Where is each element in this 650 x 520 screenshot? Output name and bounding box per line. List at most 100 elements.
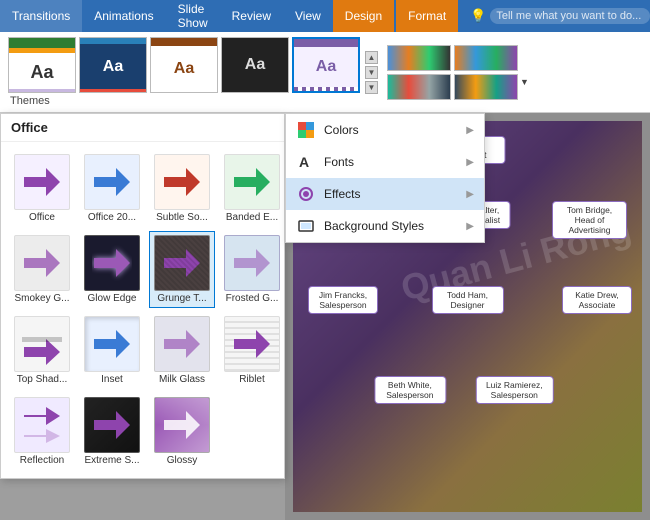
theme-label-smokey: Smokey G... [13, 293, 71, 304]
variant-2[interactable] [454, 45, 518, 71]
org-node-associate: Katie Drew, Associate [562, 286, 632, 314]
theme-label-office: Office [13, 212, 71, 223]
tab-view[interactable]: View [283, 0, 333, 32]
menu-item-fonts[interactable]: A Fonts ▶ [286, 146, 484, 178]
tab-design[interactable]: Design [333, 0, 394, 32]
main-area: Office Office Office 20... Subtle So... [0, 113, 650, 520]
menu-item-background[interactable]: Background Styles ▶ [286, 210, 484, 242]
ribbon-content: Aa Aa Aa [0, 32, 650, 112]
theme-icon-topshad [14, 316, 70, 372]
menu-label-colors: Colors [324, 123, 359, 137]
theme-item-grunge[interactable]: Grunge T... [149, 231, 215, 308]
right-menu: Colors ▶ A Fonts ▶ Effects ▶ [285, 113, 485, 243]
tab-format[interactable]: Format [396, 0, 458, 32]
theme-icon-glossy [154, 397, 210, 453]
menu-item-colors[interactable]: Colors ▶ [286, 114, 484, 146]
theme-label-reflection: Reflection [13, 455, 71, 466]
theme-thumb-2[interactable]: Aa [79, 37, 147, 93]
lightbulb-icon: 💡 [470, 8, 486, 24]
ribbon-tab-bar: Transitions Animations Slide Show Review… [0, 0, 650, 32]
theme-label-extremes: Extreme S... [83, 455, 141, 466]
theme-grid: Office Office 20... Subtle So... Banded … [1, 142, 284, 478]
tab-transitions[interactable]: Transitions [0, 0, 82, 32]
tab-review[interactable]: Review [220, 0, 283, 32]
theme-thumb-4[interactable]: Aa [221, 37, 289, 93]
org-node-luiz: Luiz Ramierez, Salesperson [475, 376, 553, 404]
theme-icon-milkglass [154, 316, 210, 372]
variants-label: ▼ [520, 77, 529, 87]
dropdown-panel: Office Office Office 20... Subtle So... [0, 113, 285, 479]
tab-slideshow[interactable]: Slide Show [166, 0, 220, 32]
theme-icon-bandede [224, 154, 280, 210]
tab-animations[interactable]: Animations [82, 0, 165, 32]
svg-text:A: A [299, 154, 309, 170]
theme-icon-inset [84, 316, 140, 372]
themes-section-label: Themes [8, 95, 50, 107]
dropdown-section-title: Office [1, 114, 284, 142]
org-node-beth: Beth White, Salesperson [374, 376, 446, 404]
theme-item-subtleso[interactable]: Subtle So... [149, 150, 215, 227]
variant-1[interactable] [387, 45, 451, 71]
tell-me-bar: 💡 [458, 0, 650, 32]
theme-label-milkglass: Milk Glass [153, 374, 211, 385]
theme-label-topshad: Top Shad... [13, 374, 71, 385]
theme-thumb-1[interactable]: Aa [8, 37, 76, 93]
theme-label-riblet: Riblet [223, 374, 281, 385]
theme-item-glowedge[interactable]: Glow Edge [79, 231, 145, 308]
menu-item-effects[interactable]: Effects ▶ [286, 178, 484, 210]
theme-label-frosted: Frosted G... [223, 293, 281, 304]
theme-label-bandede: Banded E... [223, 212, 281, 223]
theme-item-topshad[interactable]: Top Shad... [9, 312, 75, 389]
theme-icon-office20 [84, 154, 140, 210]
theme-scroll-area: ▲ ▼ ▼ [364, 49, 379, 96]
effects-icon [296, 184, 316, 204]
theme-label-subtleso: Subtle So... [153, 212, 211, 223]
background-arrow: ▶ [466, 221, 474, 232]
variant-3[interactable] [387, 74, 451, 100]
theme-item-frosted[interactable]: Frosted G... [219, 231, 285, 308]
variants-section [387, 45, 518, 100]
scroll-down-btn[interactable]: ▼ [365, 66, 378, 79]
theme-item-extremes[interactable]: Extreme S... [79, 393, 145, 470]
fonts-icon: A [296, 152, 316, 172]
colors-icon [296, 120, 316, 140]
theme-thumb-5[interactable]: Aa [292, 37, 360, 93]
theme-icon-office [14, 154, 70, 210]
theme-item-bandede[interactable]: Banded E... [219, 150, 285, 227]
theme-label-office20: Office 20... [83, 212, 141, 223]
theme-item-glossy[interactable]: Glossy [149, 393, 215, 470]
theme-item-inset[interactable]: Inset [79, 312, 145, 389]
menu-label-fonts: Fonts [324, 155, 354, 169]
scroll-up-btn[interactable]: ▲ [365, 51, 378, 64]
background-icon [296, 216, 316, 236]
theme-item-milkglass[interactable]: Milk Glass [149, 312, 215, 389]
org-node-salesperson1: Jim Francks, Salesperson [308, 286, 378, 314]
theme-icon-glowedge [84, 235, 140, 291]
theme-icon-extremes [84, 397, 140, 453]
theme-icon-subtleso [154, 154, 210, 210]
theme-icon-riblet [224, 316, 280, 372]
theme-thumb-3[interactable]: Aa [150, 37, 218, 93]
menu-label-background: Background Styles [324, 219, 424, 233]
theme-item-reflection[interactable]: Reflection [9, 393, 75, 470]
theme-item-riblet[interactable]: Riblet [219, 312, 285, 389]
theme-icon-frosted [224, 235, 280, 291]
colors-arrow: ▶ [466, 125, 474, 136]
fonts-arrow: ▶ [466, 157, 474, 168]
theme-label-grunge: Grunge T... [153, 293, 211, 304]
theme-item-office[interactable]: Office [9, 150, 75, 227]
theme-label-glowedge: Glow Edge [83, 293, 141, 304]
org-node-designer: Todd Ham, Designer [432, 286, 504, 314]
theme-label-glossy: Glossy [153, 455, 211, 466]
theme-item-smokey[interactable]: Smokey G... [9, 231, 75, 308]
effects-arrow: ▶ [466, 189, 474, 200]
tell-me-input[interactable] [490, 8, 650, 24]
theme-icon-grunge [154, 235, 210, 291]
menu-label-effects: Effects [324, 187, 360, 201]
variant-4[interactable] [454, 74, 518, 100]
scroll-more-btn[interactable]: ▼ [365, 81, 378, 94]
theme-item-office20[interactable]: Office 20... [79, 150, 145, 227]
org-node-advertising: Tom Bridge, Head of Advertising [552, 201, 627, 239]
theme-icon-reflection [14, 397, 70, 453]
theme-icon-smokey [14, 235, 70, 291]
